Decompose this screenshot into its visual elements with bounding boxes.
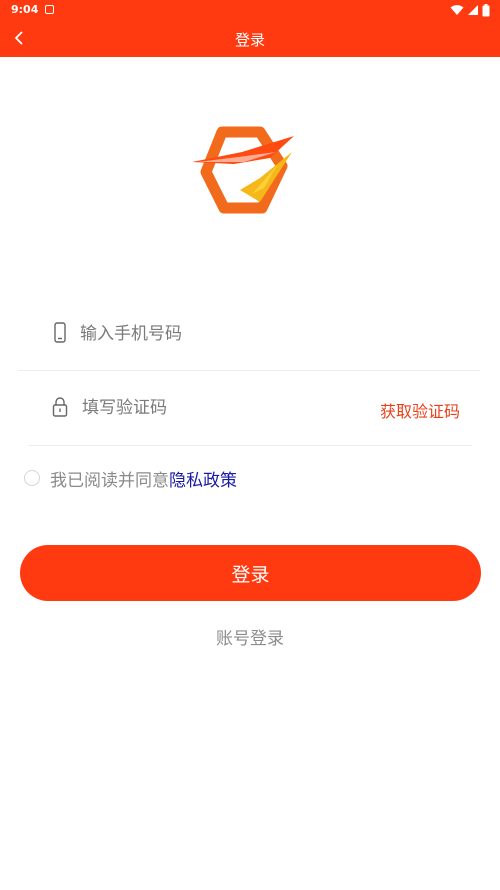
status-icons [450, 3, 490, 17]
signal-icon [468, 5, 478, 15]
agreement-row: 我已阅读并同意 隐私政策 [24, 465, 237, 491]
phone-input[interactable] [78, 318, 372, 350]
phone-row [20, 298, 480, 370]
code-row: 获取验证码 [20, 372, 480, 444]
agreement-checkbox[interactable] [24, 470, 40, 486]
verification-code-input[interactable] [80, 392, 374, 424]
app-logo [192, 126, 294, 214]
agreement-text: 我已阅读并同意 [50, 470, 169, 491]
divider [28, 445, 472, 446]
get-code-button[interactable]: 获取验证码 [380, 398, 460, 422]
battery-icon [482, 3, 490, 16]
divider [18, 370, 480, 371]
account-login-link[interactable]: 账号登录 [0, 624, 500, 649]
page-title: 登录 [234, 31, 265, 49]
status-time: 9:04 [11, 3, 39, 16]
app-bar: 登录 [0, 20, 500, 57]
notification-icon [45, 5, 54, 14]
phone-icon [54, 322, 66, 343]
lock-icon [52, 397, 68, 417]
privacy-policy-link[interactable]: 隐私政策 [169, 466, 237, 491]
wifi-icon [450, 5, 464, 15]
login-button[interactable]: 登录 [20, 545, 481, 601]
status-bar: 9:04 [0, 0, 500, 20]
